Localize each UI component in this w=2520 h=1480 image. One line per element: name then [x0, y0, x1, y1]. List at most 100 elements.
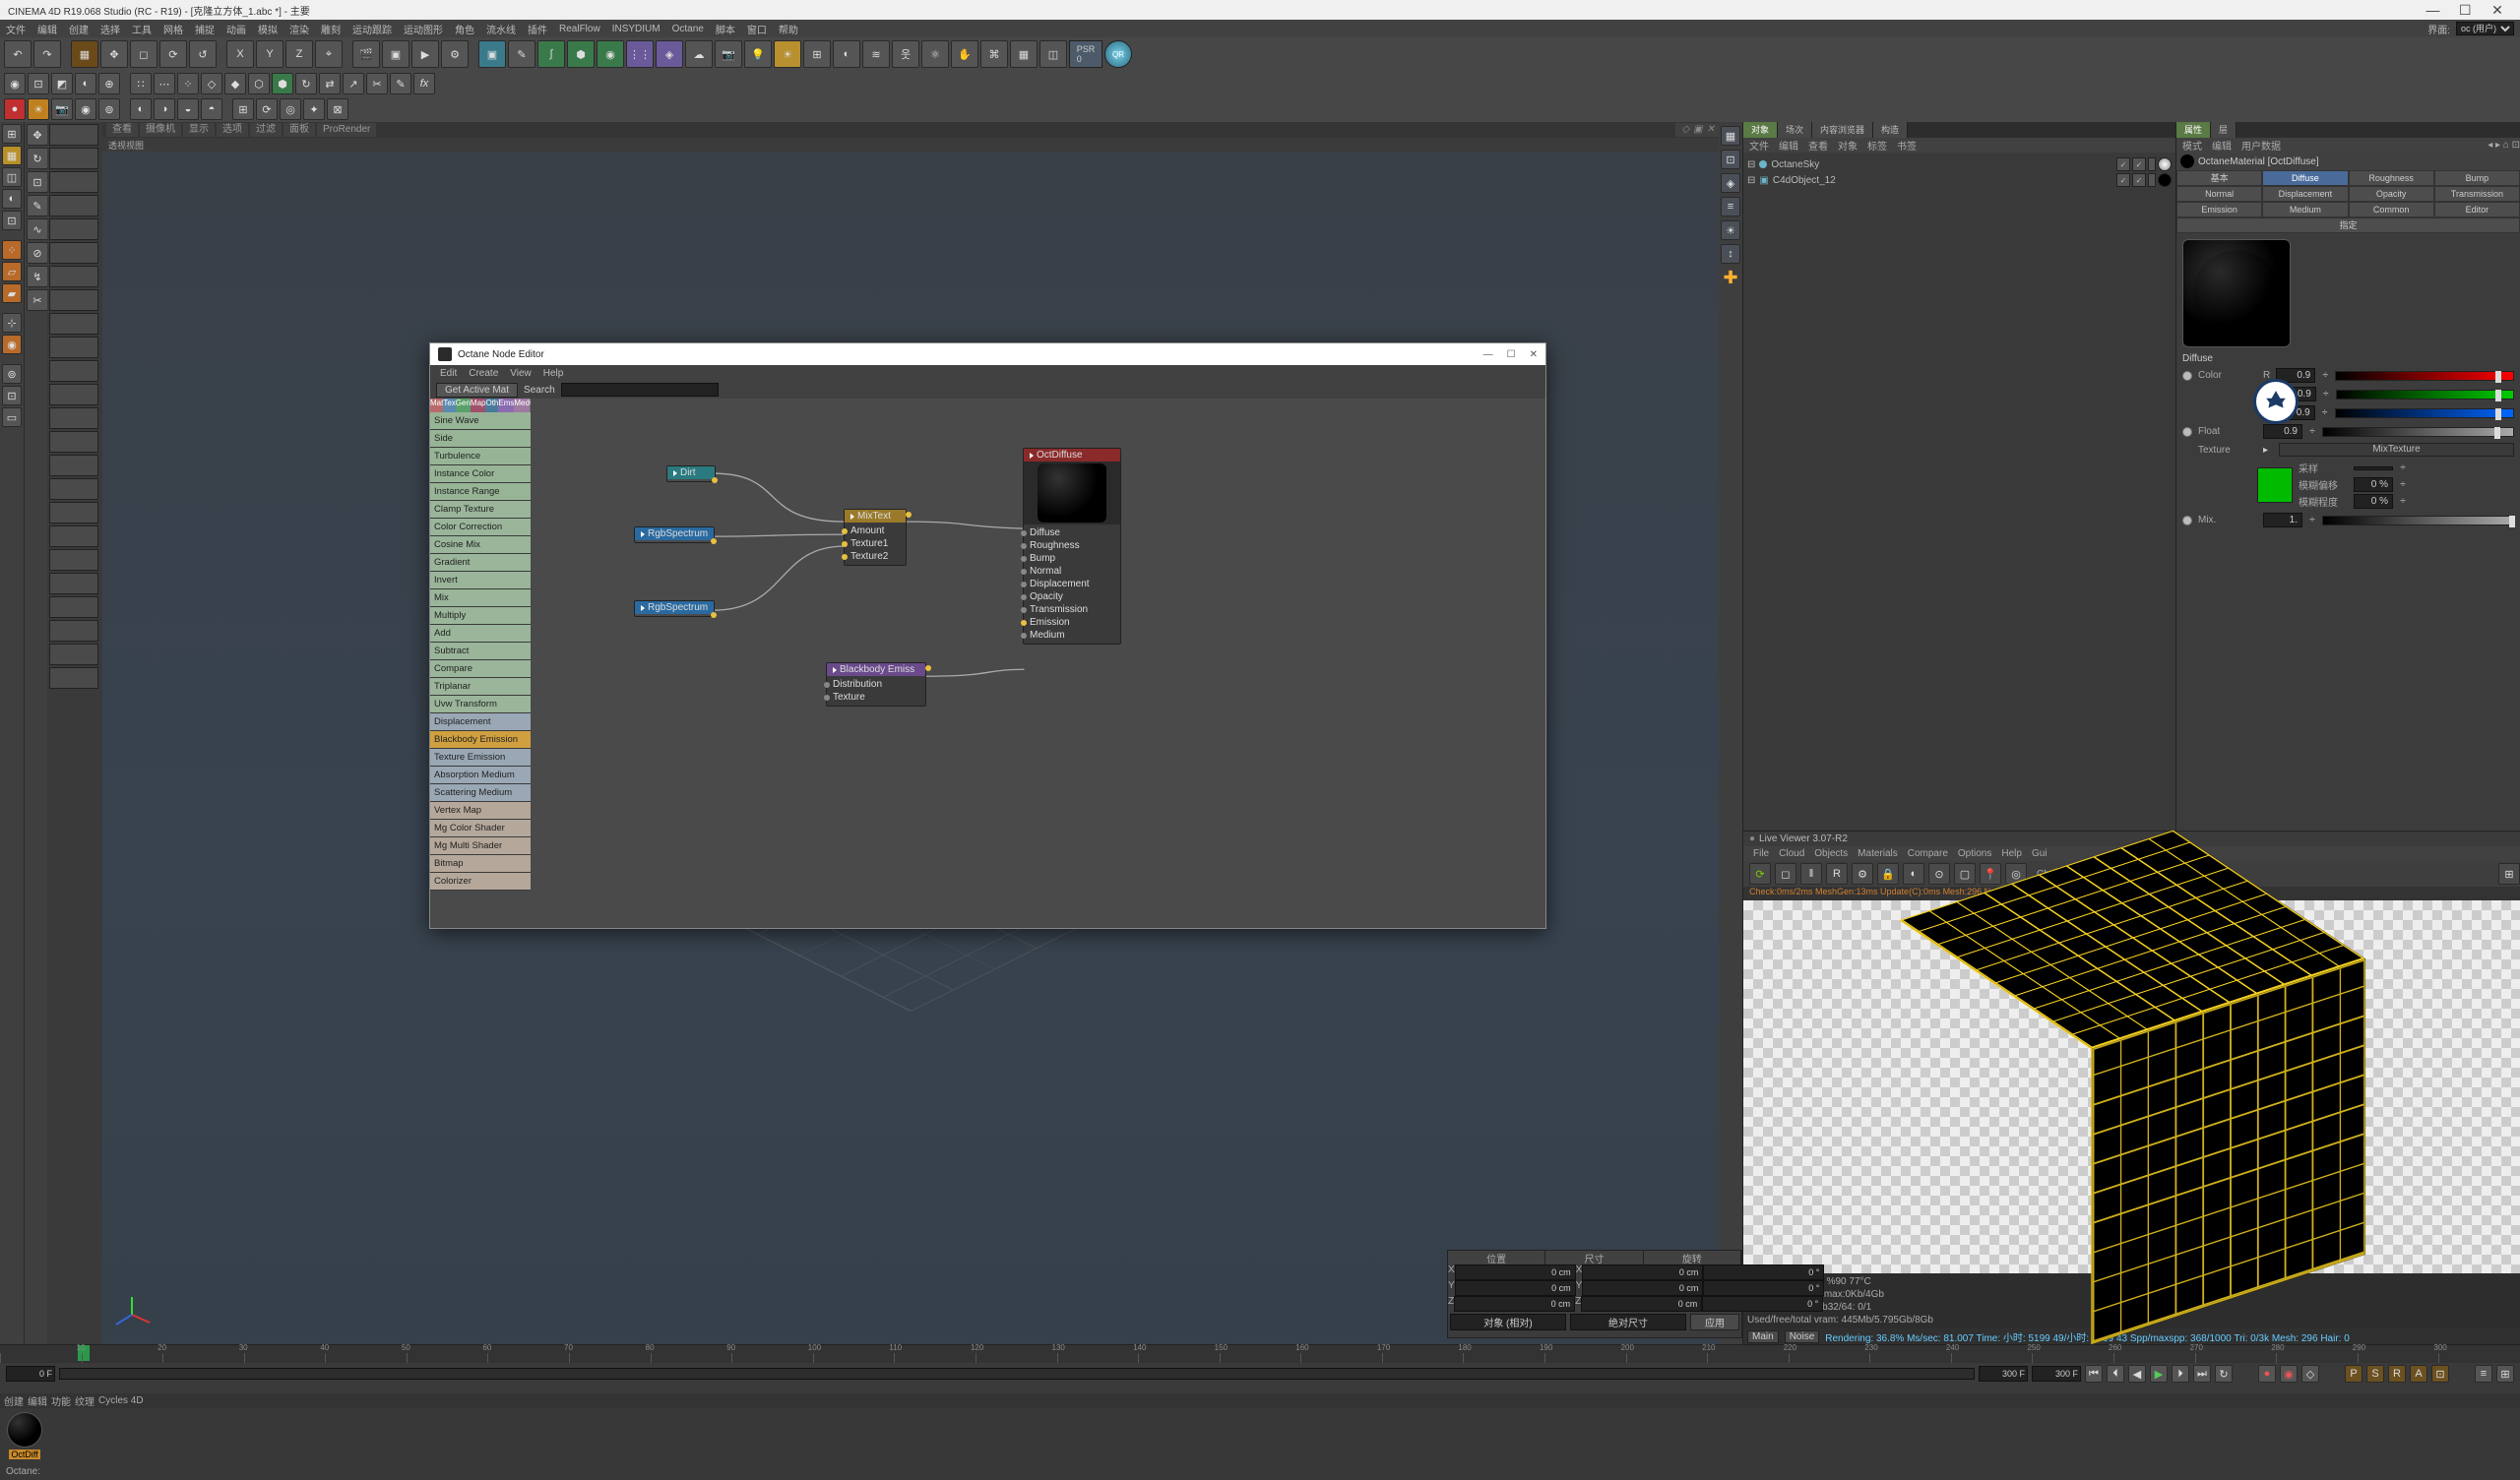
pal-btn[interactable] [49, 667, 98, 689]
t2-8-icon[interactable]: ⁘ [177, 73, 199, 94]
current-frame-input[interactable] [2032, 1366, 2081, 1382]
port-in[interactable]: Emission [1024, 616, 1120, 629]
tab-layers[interactable]: 层 [2211, 122, 2236, 138]
t2-17-icon[interactable]: ✎ [390, 73, 411, 94]
live-menu-item[interactable]: Gui [2032, 848, 2048, 859]
pal-btn[interactable] [49, 218, 98, 240]
port-out[interactable] [897, 514, 909, 516]
pal-btn[interactable] [49, 124, 98, 146]
color-r-slider[interactable] [2335, 371, 2514, 381]
object-row[interactable]: ⊟ OctaneSky ✓✓ [1747, 156, 2172, 172]
mat-tab[interactable]: Cycles 4D [98, 1395, 144, 1406]
node-list-item[interactable]: Color Correction [430, 519, 531, 536]
node-cat-tab[interactable]: Mat [430, 399, 443, 412]
lt-model-icon[interactable]: ▦ [2, 146, 22, 165]
t2-13-icon[interactable]: ↻ [295, 73, 317, 94]
move-icon[interactable]: ✥ [100, 40, 128, 68]
viewport-tab[interactable]: 摄像机 [140, 123, 181, 137]
node-list-item[interactable]: Absorption Medium [430, 767, 531, 784]
character-icon[interactable]: 웃 [892, 40, 919, 68]
menu-item[interactable]: 模拟 [258, 22, 278, 36]
key-p-icon[interactable]: P [2345, 1365, 2362, 1383]
node-blackbody-emission[interactable]: Blackbody Emiss Distribution Texture [826, 662, 926, 707]
pal-btn[interactable] [49, 620, 98, 642]
live-reload-icon[interactable]: R [1826, 863, 1848, 885]
tag-vis-icon[interactable]: ✓ [2116, 173, 2130, 187]
sculpt-icon[interactable]: ✋ [951, 40, 978, 68]
close-button[interactable]: ✕ [2483, 3, 2512, 17]
lt2-4-icon[interactable]: ✎ [27, 195, 48, 216]
live-clay-icon[interactable]: ◐ [1903, 863, 1924, 885]
minimize-button[interactable]: — [2418, 3, 2447, 17]
key-s-icon[interactable]: S [2366, 1365, 2384, 1383]
pal-btn[interactable] [49, 502, 98, 524]
step-back-icon[interactable]: ⏴ [2107, 1365, 2124, 1383]
coord-size-input[interactable] [1581, 1296, 1702, 1312]
lt-texture-icon[interactable]: ◐ [2, 189, 22, 209]
t2-2-icon[interactable]: ⊡ [28, 73, 49, 94]
menu-item[interactable]: INSYDIUM [612, 24, 661, 34]
menu-item[interactable]: 插件 [528, 22, 547, 36]
mat-tab[interactable]: 创建 [4, 1393, 24, 1408]
t3-4-icon[interactable]: ◉ [75, 98, 96, 120]
t3-12-icon[interactable]: ◎ [280, 98, 301, 120]
deformer-icon[interactable]: ◈ [656, 40, 683, 68]
t3-13-icon[interactable]: ✦ [303, 98, 325, 120]
attr-cat-tab[interactable]: 基本 [2176, 170, 2262, 186]
color-enable-checkbox[interactable] [2182, 371, 2192, 381]
pal-btn[interactable] [49, 478, 98, 500]
ne-menu-item[interactable]: Help [543, 368, 564, 379]
pal-btn[interactable] [49, 266, 98, 287]
script-icon[interactable]: ⌘ [980, 40, 1008, 68]
material-preview[interactable] [2182, 239, 2291, 347]
port-in[interactable]: Normal [1024, 565, 1120, 578]
obj-menu-item[interactable]: 书签 [1897, 138, 1917, 153]
live-lock-icon[interactable]: 🔒 [1877, 863, 1899, 885]
attr-cat-tab[interactable]: Emission [2176, 202, 2262, 217]
lt2-2-icon[interactable]: ↻ [27, 148, 48, 169]
t3-8-icon[interactable]: ◒ [177, 98, 199, 120]
menu-item[interactable]: 捕捉 [195, 22, 215, 36]
pal-btn[interactable] [49, 337, 98, 358]
node-cat-tab[interactable]: Ems [498, 399, 514, 412]
subdiv-icon[interactable]: ◉ [597, 40, 624, 68]
mix-slider[interactable] [2322, 516, 2514, 525]
attr-cat-tab[interactable]: Opacity [2349, 186, 2434, 202]
coord-apply-button[interactable]: 应用 [1690, 1314, 1739, 1330]
live-footer-tab[interactable]: Noise [1785, 1330, 1820, 1343]
live-menu-item[interactable]: Help [2001, 848, 2022, 859]
lt-planar-workplane-icon[interactable]: ▭ [2, 407, 22, 427]
node-rgbspectrum[interactable]: RgbSpectrum [634, 600, 715, 617]
menu-item[interactable]: 运动跟踪 [352, 22, 392, 36]
play-icon[interactable]: ▶ [2150, 1365, 2168, 1383]
pal-btn[interactable] [49, 313, 98, 335]
texture-button[interactable]: MixTexture [2279, 443, 2514, 457]
node-list-item[interactable]: Gradient [430, 554, 531, 572]
generator-icon[interactable]: ⬢ [567, 40, 595, 68]
recent-tool-icon[interactable]: ↺ [189, 40, 217, 68]
t3-7-icon[interactable]: ◑ [154, 98, 175, 120]
pal-btn[interactable] [49, 148, 98, 169]
pal-btn[interactable] [49, 644, 98, 665]
attr-cat-tab[interactable]: Normal [2176, 186, 2262, 202]
tab-attrs[interactable]: 属性 [2176, 122, 2211, 138]
port-in[interactable]: Distribution [827, 678, 925, 691]
obj-menu-item[interactable]: 编辑 [1779, 138, 1798, 153]
t2-3-icon[interactable]: ◩ [51, 73, 73, 94]
node-list-item[interactable]: Cosine Mix [430, 536, 531, 554]
live-pick-icon[interactable]: 📍 [1980, 863, 2001, 885]
menu-item[interactable]: 角色 [455, 22, 474, 36]
render-view-icon[interactable]: 🎬 [352, 40, 380, 68]
viewport-tab[interactable]: 过滤 [250, 123, 282, 137]
lt-snap-icon[interactable]: ⊚ [2, 364, 22, 384]
node-list-item[interactable]: Instance Color [430, 465, 531, 483]
ne-menu-item[interactable]: Create [469, 368, 498, 379]
lt2-3-icon[interactable]: ⊡ [27, 171, 48, 193]
lt-workplane-icon[interactable]: ⊡ [2, 211, 22, 230]
pal-btn[interactable] [49, 242, 98, 264]
node-list-item[interactable]: Mg Multi Shader [430, 837, 531, 855]
vp-close-icon[interactable]: ✕ [1707, 123, 1715, 137]
port-in[interactable]: Opacity [1024, 590, 1120, 603]
octane-sun-icon[interactable]: ☀ [774, 40, 801, 68]
material-list[interactable]: OctDiff [0, 1408, 2520, 1463]
